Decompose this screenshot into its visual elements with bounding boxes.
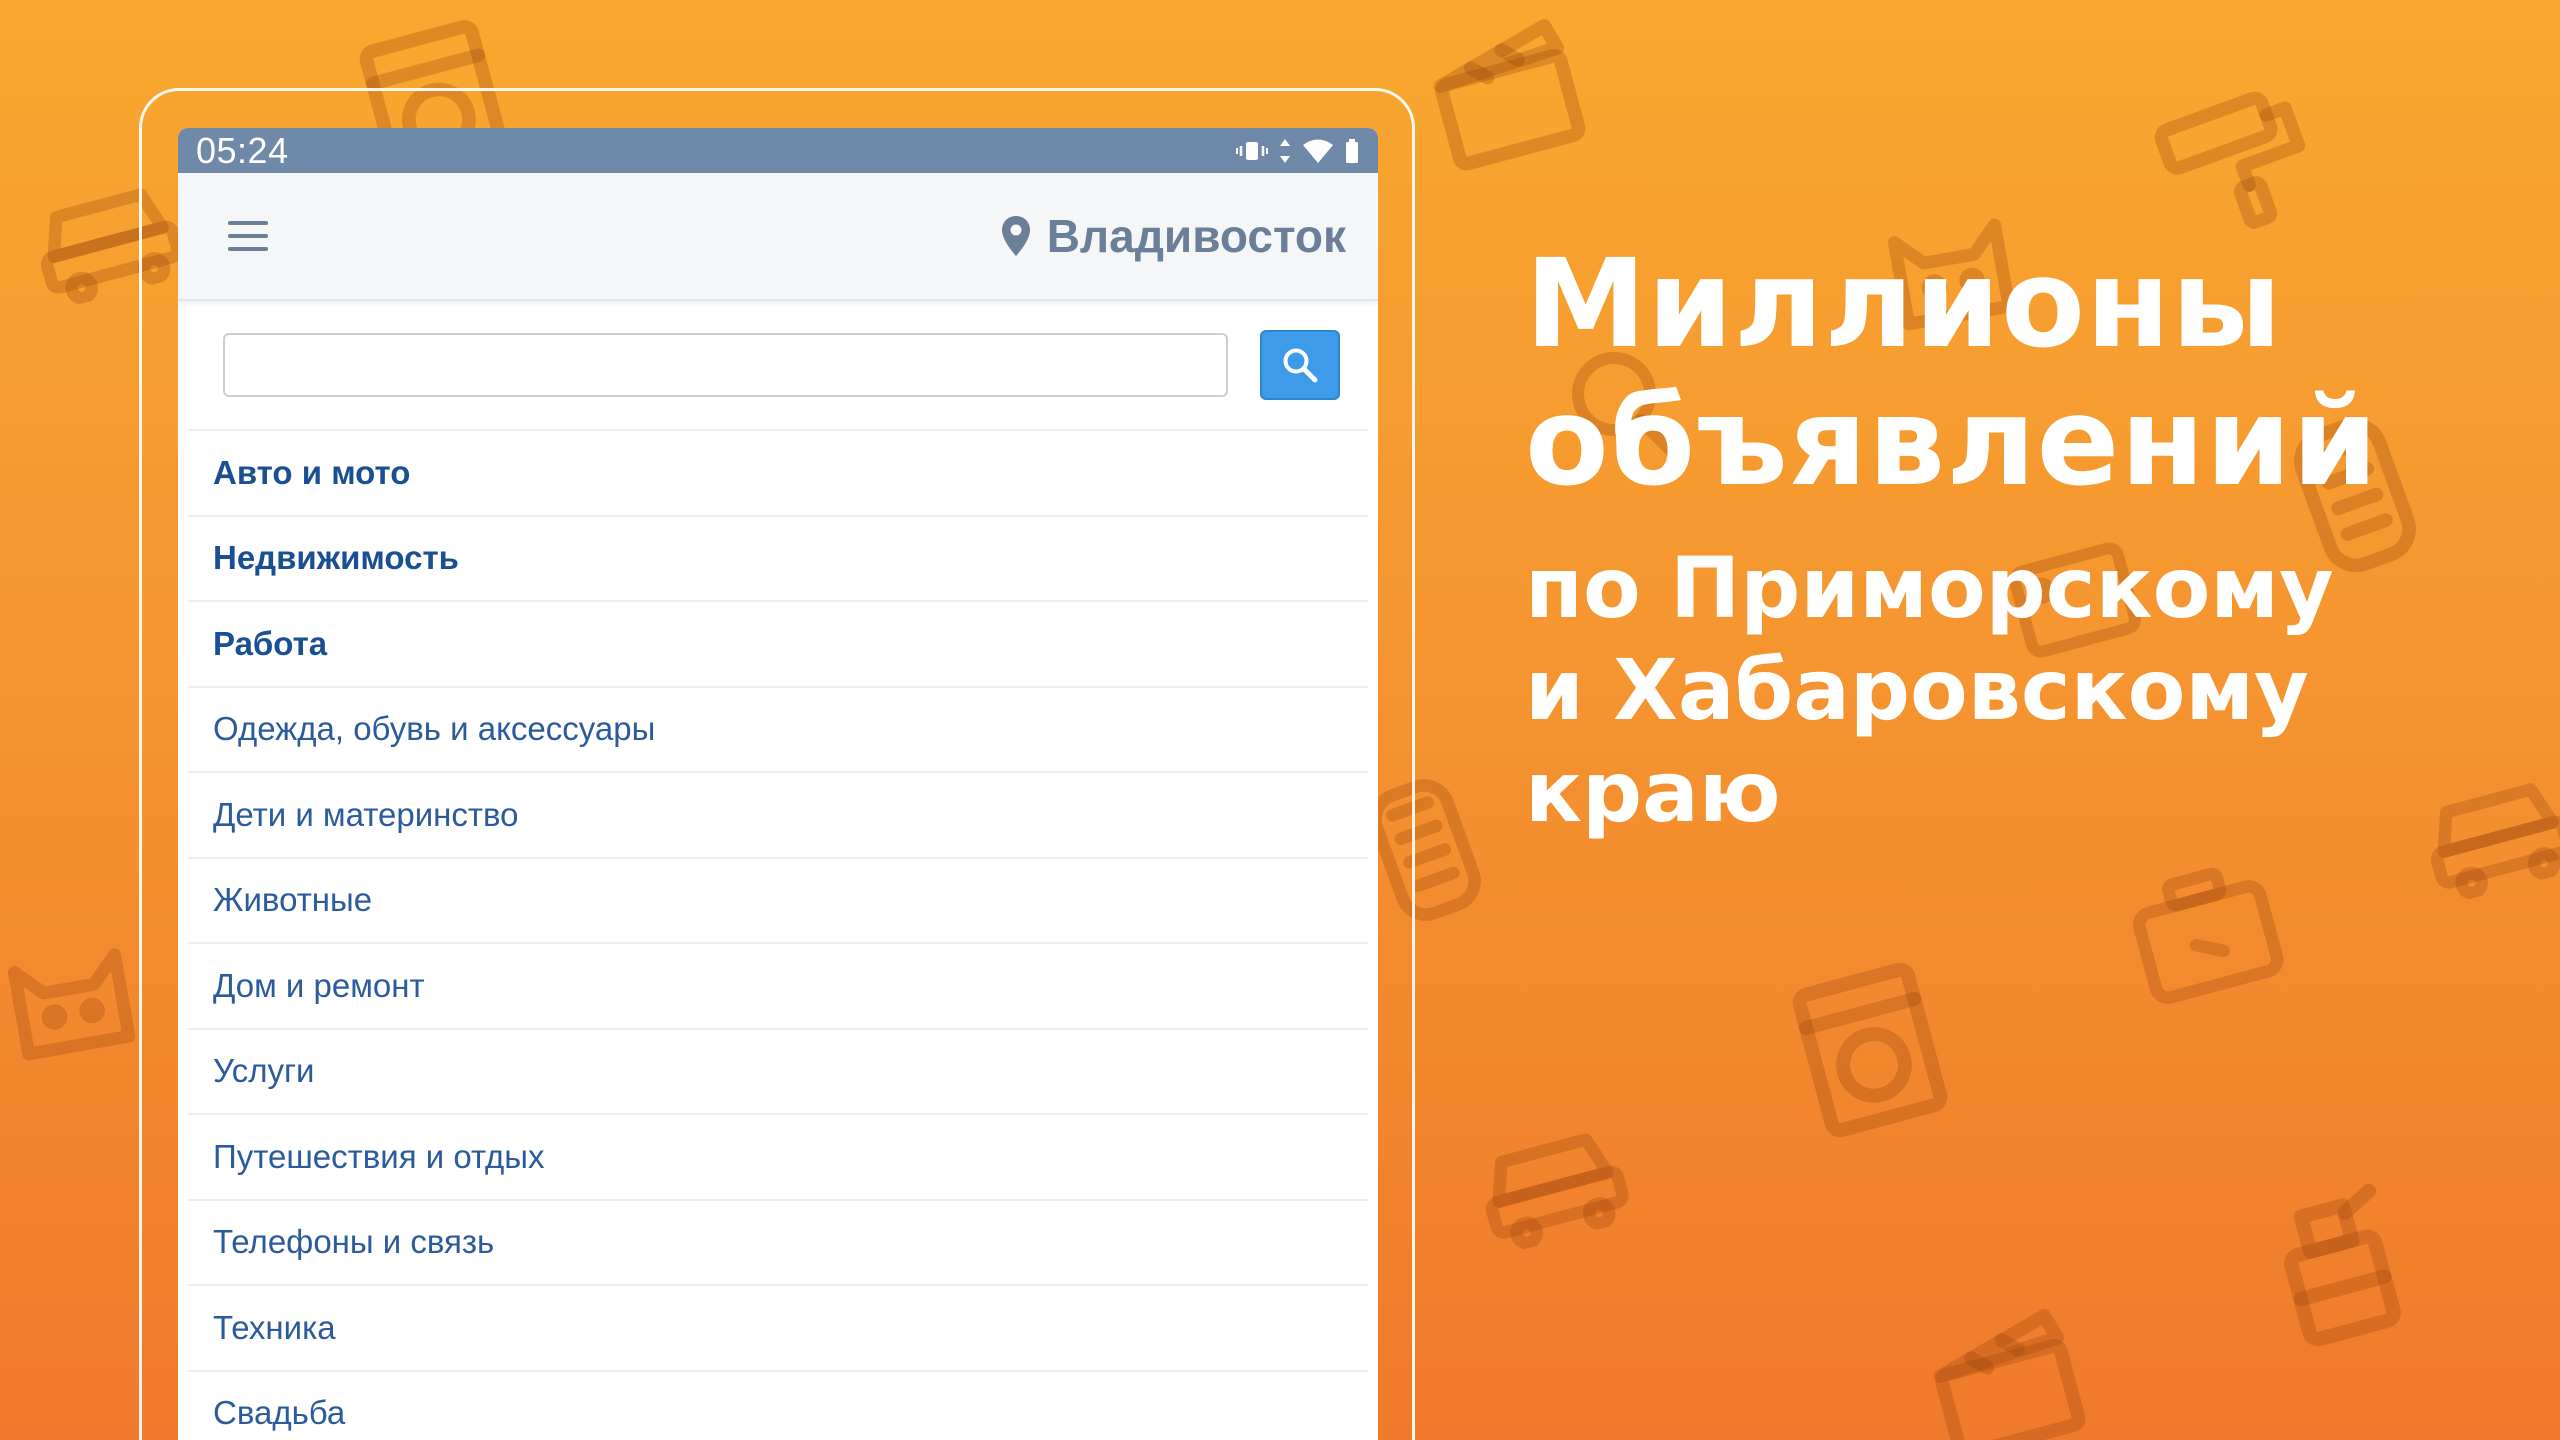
category-item-jobs[interactable]: Работа: [188, 602, 1368, 688]
search-bar: [188, 301, 1368, 431]
category-item-animals[interactable]: Животные: [188, 859, 1368, 944]
clapperboard-icon: [1933, 1309, 2086, 1440]
app-bar: Владивосток: [178, 173, 1378, 301]
category-item-home-repair[interactable]: Дом и ремонт: [188, 944, 1368, 1030]
suitcase-icon: [2133, 867, 2284, 1004]
headline-title: Миллионы объявлений: [1525, 235, 2379, 511]
location-selector[interactable]: Владивосток: [1001, 209, 1346, 263]
data-arrows-icon: [1280, 138, 1290, 163]
category-item-travel[interactable]: Путешествия и отдых: [188, 1115, 1368, 1201]
search-icon: [1283, 348, 1318, 383]
search-button[interactable]: [1260, 330, 1340, 400]
search-input[interactable]: [223, 333, 1228, 397]
vibrate-icon: [1236, 141, 1268, 160]
category-item-phones[interactable]: Телефоны и связь: [188, 1201, 1368, 1286]
clapperboard-icon: [1433, 19, 1586, 171]
headline-title-line: Миллионы: [1525, 233, 2283, 375]
headline-subtitle-line: краю: [1525, 743, 1781, 841]
map-pin-icon: [1001, 216, 1030, 256]
location-label: Владивосток: [1046, 210, 1346, 262]
category-item-electronics[interactable]: Техника: [188, 1286, 1368, 1372]
headline-subtitle: по Приморскому и Хабаровскому краю: [1525, 537, 2379, 843]
category-list: Авто и мото Недвижимость Работа Одежда, …: [188, 431, 1368, 1440]
paint-roller-icon: [2154, 91, 2306, 229]
status-icons: [1236, 138, 1360, 164]
promo-banner: 05:24 Владивосток Авто и мото Недвижимос…: [0, 0, 2560, 1440]
category-item-wedding[interactable]: Свадьба: [188, 1372, 1368, 1440]
car-icon: [2430, 783, 2560, 900]
app-screen: 05:24 Владивосток Авто и мото Недвижимос…: [178, 128, 1378, 1440]
headline-subtitle-line: и Хабаровскому: [1525, 641, 2309, 739]
category-item-services[interactable]: Услуги: [188, 1030, 1368, 1115]
spray-bottle-icon: [2284, 1183, 2401, 1347]
status-time: 05:24: [196, 129, 289, 171]
cat-icon: [7, 948, 136, 1061]
promo-headline: Миллионы объявлений по Приморскому и Хаб…: [1525, 235, 2379, 843]
category-item-auto[interactable]: Авто и мото: [188, 431, 1368, 517]
washing-machine-icon: [1792, 962, 1948, 1138]
wifi-icon: [1303, 139, 1333, 163]
car-icon: [1485, 1133, 1629, 1250]
battery-icon: [1346, 138, 1358, 163]
headline-subtitle-line: по Приморскому: [1525, 539, 2334, 637]
category-item-kids[interactable]: Дети и материнство: [188, 773, 1368, 859]
hamburger-menu-icon[interactable]: [228, 221, 268, 251]
category-item-clothing[interactable]: Одежда, обувь и аксессуары: [188, 688, 1368, 773]
status-bar: 05:24: [178, 128, 1378, 173]
category-item-real-estate[interactable]: Недвижимость: [188, 517, 1368, 602]
headline-title-line: объявлений: [1525, 371, 2379, 513]
